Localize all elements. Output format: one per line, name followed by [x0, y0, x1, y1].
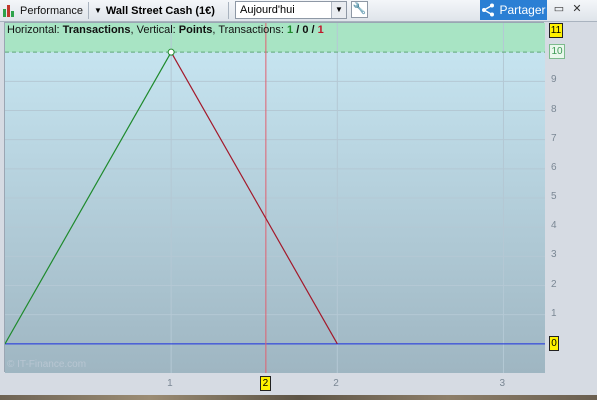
zero-value-tag: 0 [549, 335, 559, 351]
chart-area [4, 22, 545, 373]
candlestick-chart-icon [2, 4, 16, 18]
vertical-prefix: , Vertical: [130, 24, 179, 36]
max-value-tag: 11 [549, 23, 563, 38]
close-icon[interactable]: ✕ [570, 2, 584, 16]
transactions-prefix: , Transactions: [212, 24, 288, 36]
performance-label: Performance [20, 4, 83, 17]
period-select[interactable]: Aujourd'hui ▼ [235, 1, 347, 19]
instrument-label: Wall Street Cash (1€) [105, 4, 215, 17]
performance-button[interactable]: Performance [2, 2, 86, 19]
vertical-value: Points [178, 24, 213, 36]
horizontal-prefix: Horizontal: [7, 24, 63, 36]
y-tick-label: 1 [551, 307, 557, 319]
wrench-icon[interactable]: 🔧 [351, 1, 368, 18]
y-tick-label: 7 [551, 132, 557, 144]
y-tick-label: 6 [551, 161, 557, 173]
toolbar: Performance ▼ Wall Street Cash (1€) Aujo… [0, 0, 597, 22]
share-button[interactable]: Partager [480, 0, 547, 20]
toolbar-divider [228, 2, 229, 19]
period-value: Aujourd'hui [240, 4, 295, 16]
caret-down-icon: ▼ [94, 6, 102, 15]
tx-sep: / [293, 24, 303, 36]
share-icon [482, 3, 495, 17]
y-tick-label: 8 [551, 103, 557, 115]
chart-info: Horizontal: Transactions, Vertical: Poin… [7, 24, 324, 36]
watermark: © IT-Finance.com [7, 359, 87, 370]
x-tick-label: 3 [499, 378, 506, 389]
share-label: Partager [499, 3, 546, 17]
peak-point [167, 48, 175, 56]
y-tick-label: 4 [551, 220, 557, 232]
x-tick-label: 1 [167, 378, 173, 389]
background-strip [0, 395, 597, 400]
y-tick-label: 5 [551, 191, 557, 202]
y-tick-label: 3 [551, 249, 557, 261]
toolbar-divider [88, 2, 89, 19]
instrument-selector[interactable]: ▼ Wall Street Cash (1€) [94, 2, 222, 19]
chevron-down-icon[interactable]: ▼ [331, 2, 346, 18]
performance-chart [5, 23, 545, 373]
maximize-icon[interactable]: ▭ [552, 2, 566, 16]
x-tick-label: 2 [333, 378, 339, 389]
cursor-x-tag: 2 [259, 376, 271, 391]
y-tick-label: 2 [551, 278, 557, 290]
y-tick-label: 9 [551, 74, 557, 86]
tx-sep: / [308, 24, 318, 36]
horizontal-value: Transactions [62, 24, 131, 36]
peak-value-tag: 10 [549, 44, 565, 60]
tx-loss-count: 1 [317, 24, 324, 36]
